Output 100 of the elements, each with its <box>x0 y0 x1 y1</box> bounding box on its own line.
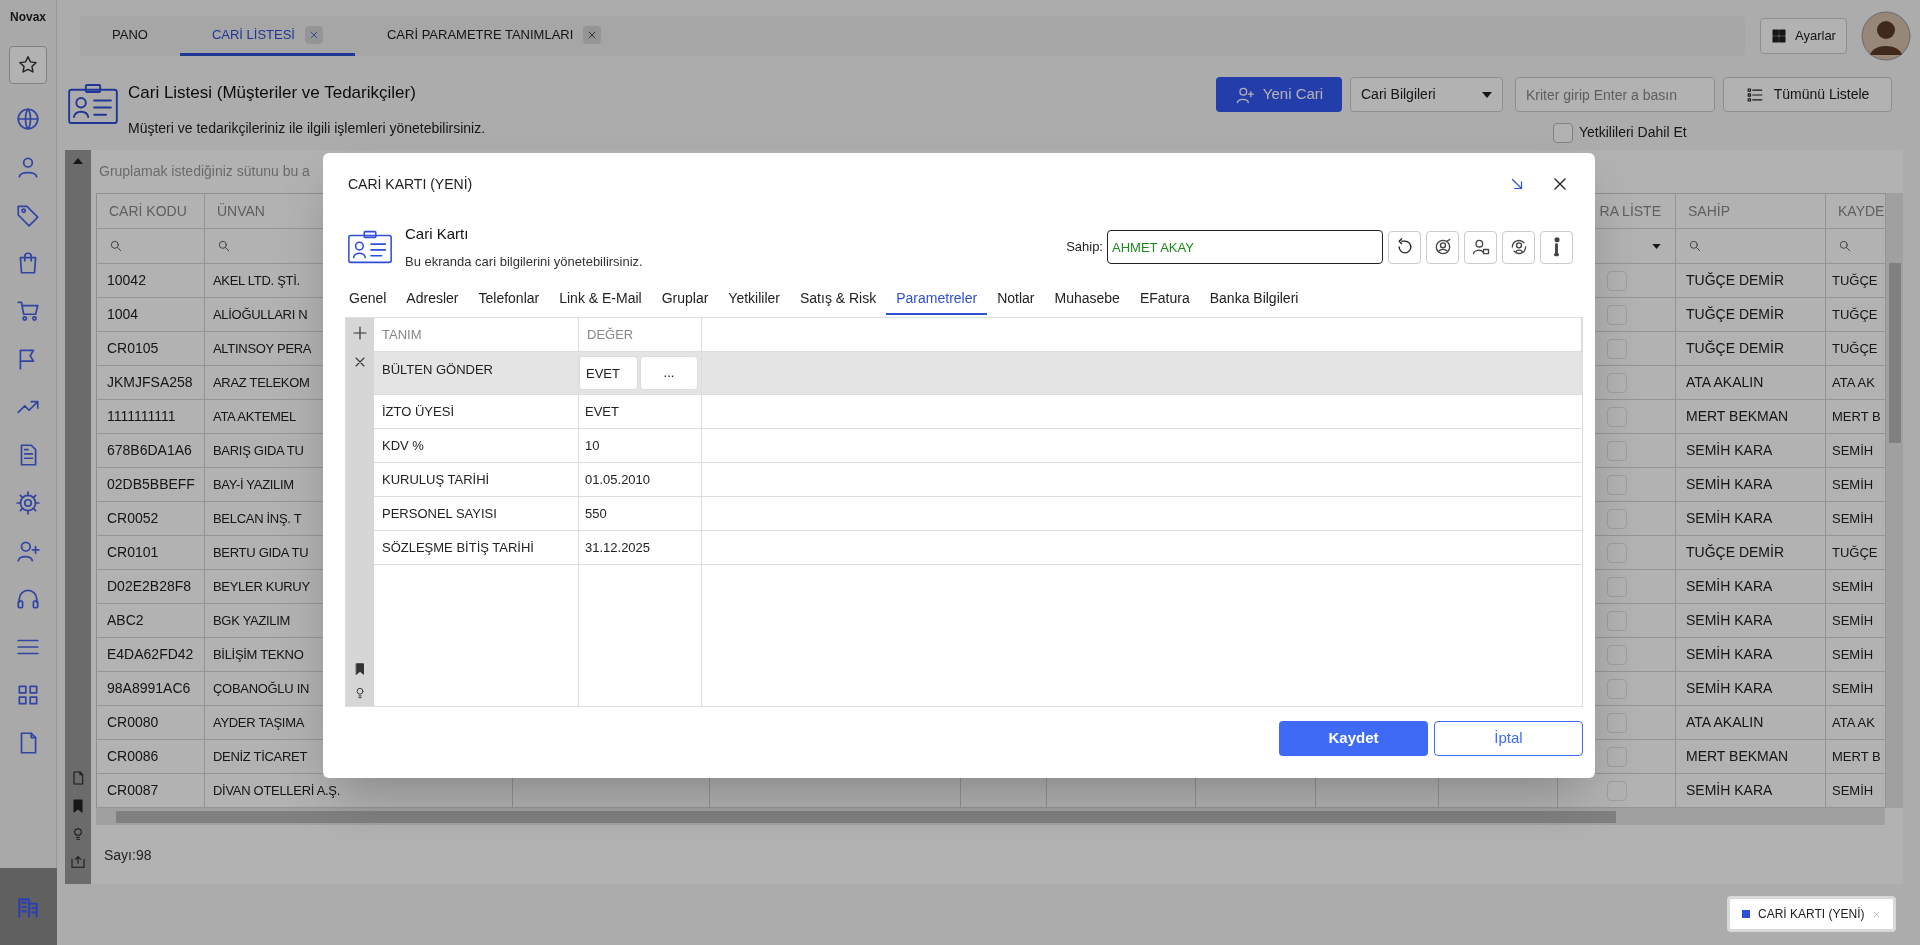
checkbox[interactable] <box>1606 270 1627 291</box>
tab-close-button[interactable] <box>583 25 602 44</box>
card-title: Cari Kartı <box>405 224 470 244</box>
table-cell-text: 01.05.2010 <box>584 470 652 489</box>
tab[interactable]: Notlar <box>987 283 1045 315</box>
checkbox[interactable] <box>1606 678 1627 699</box>
save-button[interactable]: Kaydet <box>1279 721 1428 756</box>
owner-field[interactable]: AHMET AKAY <box>1107 230 1383 264</box>
checkbox[interactable] <box>1606 406 1627 427</box>
add-icon[interactable] <box>351 324 369 342</box>
table-cell-text: BERTU GIDA TU <box>212 543 310 562</box>
value-field[interactable]: EVET <box>579 356 638 390</box>
dropdown[interactable]: Cari Bilgileri <box>1350 77 1503 112</box>
cancel-button[interactable]: İptal <box>1434 721 1583 756</box>
tab[interactable]: EFatura <box>1129 283 1200 315</box>
tab[interactable]: Muhasebe <box>1044 283 1130 315</box>
table-row[interactable]: KURULUŞ TARİHİ 01.05.2010 <box>374 463 1582 497</box>
checkbox[interactable] <box>1606 644 1627 665</box>
caret-down-icon <box>1482 91 1492 98</box>
more-button[interactable]: ... <box>640 356 698 390</box>
bulb-icon[interactable] <box>353 686 367 700</box>
search-field[interactable]: Kriter girip Enter a basın <box>1515 77 1715 112</box>
table-cell-text: BEYLER KURUY <box>212 577 311 596</box>
icon-button[interactable] <box>1502 230 1535 264</box>
checkbox[interactable] <box>1606 746 1627 767</box>
checkbox[interactable] <box>1606 372 1627 393</box>
list-all-button[interactable]: Tümünü Listele <box>1723 77 1892 112</box>
checkbox[interactable] <box>1606 338 1627 359</box>
tab[interactable]: Satış & Risk <box>790 283 887 315</box>
table-cell-text: SEMİH <box>1831 611 1875 630</box>
tab[interactable]: CARİ LİSTESİ <box>179 16 355 56</box>
vertical-scrollbar[interactable] <box>1886 193 1903 808</box>
icon-button[interactable] <box>1540 230 1573 264</box>
tab[interactable]: Gruplar <box>651 283 719 315</box>
table-cell-text: JKMJFSA258 <box>106 373 194 392</box>
tab[interactable]: Genel <box>339 283 397 315</box>
checkbox[interactable] <box>1606 610 1627 631</box>
export-icon[interactable] <box>69 854 87 870</box>
table-cell-text: MERT B <box>1831 407 1882 426</box>
table-cell-text: DENİZ TİCARET <box>212 747 309 766</box>
table-cell-text: CR0101 <box>106 543 160 562</box>
avatar[interactable] <box>1860 11 1911 61</box>
table-cell-text: SEMİH <box>1831 509 1875 528</box>
tab[interactable]: Adresler <box>396 283 469 315</box>
search-icon <box>109 239 123 253</box>
tab[interactable]: CARİ PARAMETRE TANIMLARI <box>354 16 634 56</box>
table-row[interactable]: PERSONEL SAYISI 550 <box>374 497 1582 531</box>
tag-icon[interactable] <box>15 202 41 228</box>
table-cell-text: 550 <box>584 504 608 523</box>
table-cell-text: SEMİH KARA <box>1685 475 1774 494</box>
collapse-icon[interactable] <box>73 158 83 164</box>
new-record-button[interactable]: Yeni Cari <box>1216 77 1342 112</box>
table-row[interactable]: İZTO ÜYESİ EVET <box>374 395 1582 429</box>
table-row[interactable]: SÖZLEŞME BİTİŞ TARİHİ 31.12.2025 <box>374 531 1582 565</box>
checkbox[interactable] <box>1606 542 1627 563</box>
table-row[interactable]: KDV % 10 <box>374 429 1582 463</box>
icon-button[interactable] <box>1388 230 1421 264</box>
table-cell-text: 02DB5BBEFF <box>106 475 196 494</box>
tab[interactable]: Banka Bilgileri <box>1199 283 1309 315</box>
table-cell-text: AYDER TAŞIMA <box>212 713 306 732</box>
bookmark-icon[interactable] <box>353 662 367 676</box>
table-cell-text: MERT BEKMAN <box>1685 407 1790 426</box>
tab-close-button[interactable] <box>304 25 323 44</box>
table-cell-text: BELCAN İNŞ. T <box>212 509 303 528</box>
globe-icon[interactable] <box>15 106 41 132</box>
minimized-window-chip[interactable]: CARİ KARTI (YENİ) <box>1727 896 1897 932</box>
tab[interactable]: PANO <box>80 16 180 56</box>
table-cell-text: ÇOBANOĞLU IN <box>212 679 311 698</box>
tab[interactable]: Parametreler <box>886 283 988 315</box>
checkbox[interactable] <box>1606 304 1627 325</box>
table-cell-text: TUĞÇE DEMİR <box>1685 339 1785 358</box>
table-cell-text: 1111111111 <box>106 407 177 426</box>
file-icon[interactable] <box>70 770 86 786</box>
table-cell-text: SEMİH KARA <box>1685 679 1774 698</box>
table-row[interactable]: BÜLTEN GÖNDER EVET ... <box>374 352 1582 395</box>
checkbox[interactable] <box>1606 712 1627 733</box>
table-cell-text: ARAZ TELEKOM <box>212 373 311 392</box>
column-header[interactable]: DEĞER <box>579 324 642 345</box>
caret-down-icon[interactable] <box>1652 243 1661 249</box>
grid-icon[interactable] <box>15 682 41 708</box>
tab[interactable]: Telefonlar <box>468 283 550 315</box>
checkbox[interactable] <box>1606 440 1627 461</box>
table-cell-text: SEMİH KARA <box>1685 645 1774 664</box>
table-cell-text: SEMİH <box>1831 781 1875 800</box>
checkbox[interactable] <box>1606 474 1627 495</box>
column-header[interactable]: TANIM <box>374 324 430 345</box>
settings-icon[interactable] <box>15 490 41 516</box>
checkbox[interactable] <box>1606 576 1627 597</box>
icon-button[interactable] <box>1464 230 1497 264</box>
horizontal-scrollbar[interactable] <box>96 808 1885 825</box>
checkbox[interactable] <box>1553 122 1573 143</box>
favorites-button[interactable] <box>9 46 47 84</box>
tab[interactable]: Yetkililer <box>718 283 790 315</box>
table-cell-text: SEMİH KARA <box>1685 577 1774 596</box>
owner-label: Sahip: <box>1066 238 1103 257</box>
tab[interactable]: Link & E-Mail <box>549 283 652 315</box>
settings-button[interactable]: Ayarlar <box>1760 18 1847 54</box>
cart-icon[interactable] <box>15 298 41 324</box>
checkbox[interactable] <box>1606 508 1627 529</box>
icon-button[interactable] <box>1426 230 1459 264</box>
